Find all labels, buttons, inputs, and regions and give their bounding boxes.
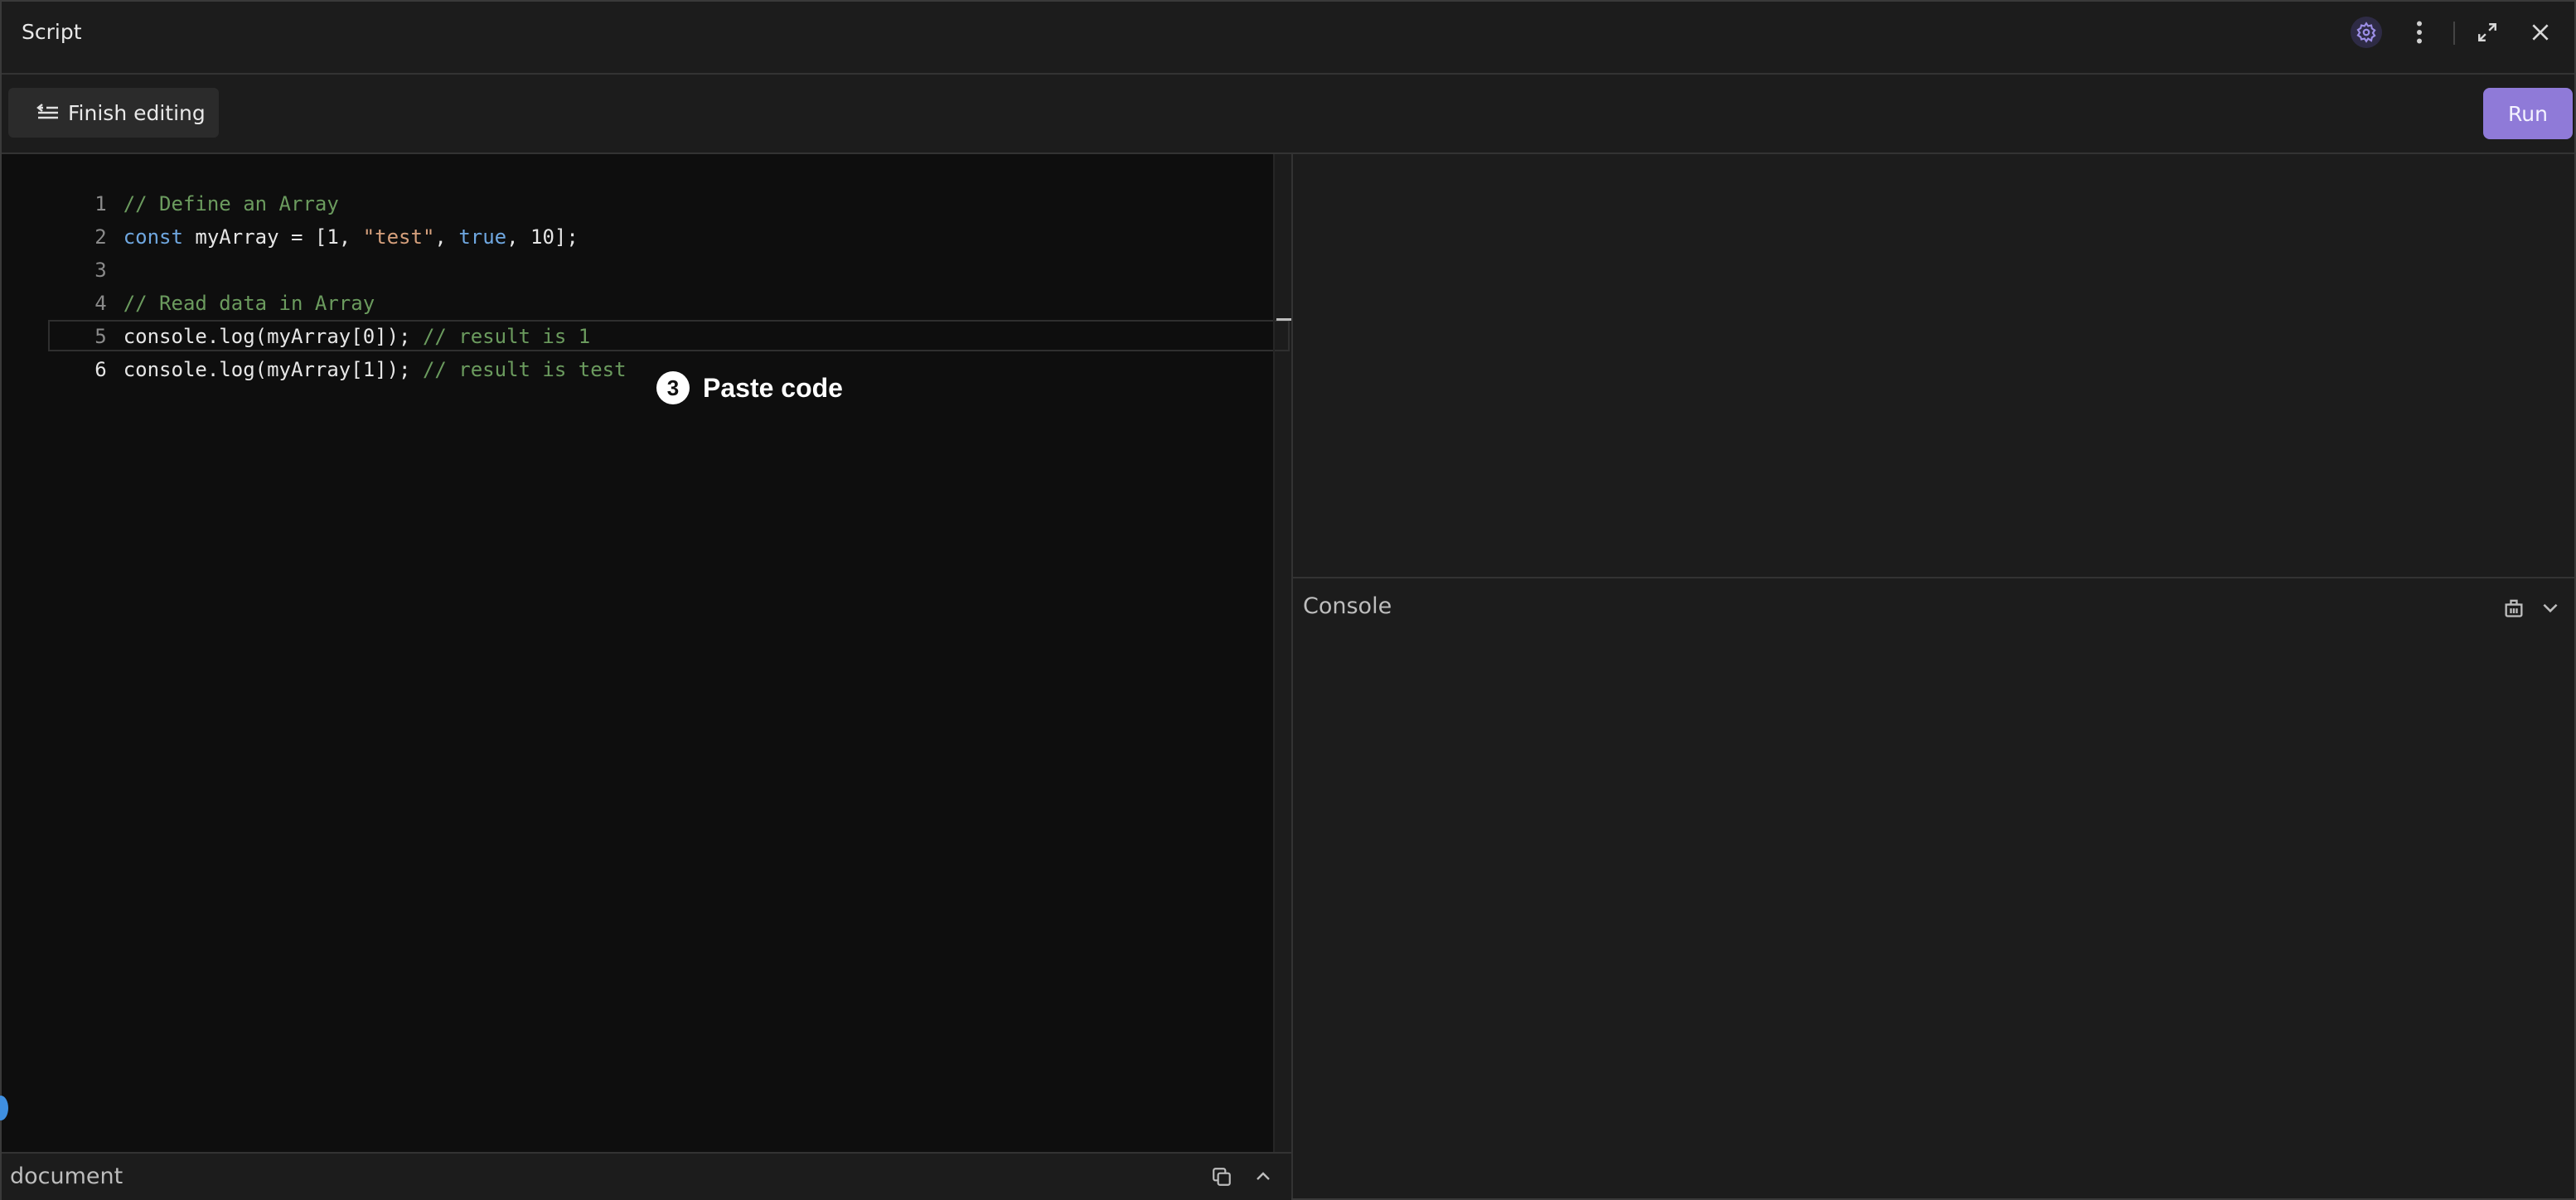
- more-vertical-icon[interactable]: [2404, 17, 2435, 48]
- code-text: console.log(myArray[1]); // result is te…: [123, 358, 627, 381]
- editor-toolbar: Finish editing Run: [2, 75, 2574, 154]
- close-icon[interactable]: [2525, 17, 2556, 48]
- code-text: const myArray = [1, "test", true, 10];: [123, 225, 579, 249]
- line-number: 6: [94, 358, 107, 381]
- run-button[interactable]: Run: [2483, 88, 2573, 139]
- title-bar-divider: [2453, 22, 2455, 45]
- code-line[interactable]: 3: [2, 220, 123, 282]
- document-panel-header: document: [2, 1152, 1291, 1200]
- console-header: Console: [1293, 577, 2574, 638]
- clear-console-icon[interactable]: [2500, 593, 2528, 622]
- code-editor[interactable]: 1// Define an Array 2 const myArray = [1,…: [2, 154, 1291, 1152]
- chevron-up-icon[interactable]: [1250, 1164, 1276, 1190]
- chevron-down-icon[interactable]: [2536, 593, 2564, 622]
- finish-editing-label: Finish editing: [68, 100, 206, 125]
- step-number-badge: 3: [656, 371, 690, 404]
- editor-scrollbar-track[interactable]: [1273, 154, 1275, 1152]
- expand-icon[interactable]: [2472, 17, 2503, 48]
- code-line[interactable]: 4// Read data in Array: [2, 254, 375, 315]
- gear-icon[interactable]: [2351, 17, 2382, 48]
- list-back-icon: [36, 104, 58, 119]
- output-preview-area: [1293, 154, 2574, 577]
- code-line-active[interactable]: 6 console.log(myArray[1]); // result is t…: [2, 320, 626, 381]
- script-window: Script Finish editing Run 1 // Define an…: [0, 0, 2576, 1200]
- title-bar: Script: [2, 2, 2574, 75]
- console-title: Console: [1303, 593, 1392, 619]
- code-line[interactable]: 2 const myArray = [1, "test", true, 10];: [2, 187, 579, 249]
- document-title: document: [10, 1164, 123, 1189]
- step-label: Paste code: [703, 372, 843, 403]
- step-tooltip: 3 Paste code: [656, 371, 843, 404]
- scrollbar-marker[interactable]: [1276, 318, 1291, 321]
- window-title: Script: [22, 20, 82, 44]
- copy-icon[interactable]: [1208, 1164, 1235, 1190]
- console-output: [1293, 636, 2574, 1198]
- code-line[interactable]: 5 console.log(myArray[0]); // result is 1: [2, 287, 590, 348]
- code-line[interactable]: 1// Define an Array: [2, 154, 339, 215]
- finish-editing-button[interactable]: Finish editing: [8, 88, 219, 138]
